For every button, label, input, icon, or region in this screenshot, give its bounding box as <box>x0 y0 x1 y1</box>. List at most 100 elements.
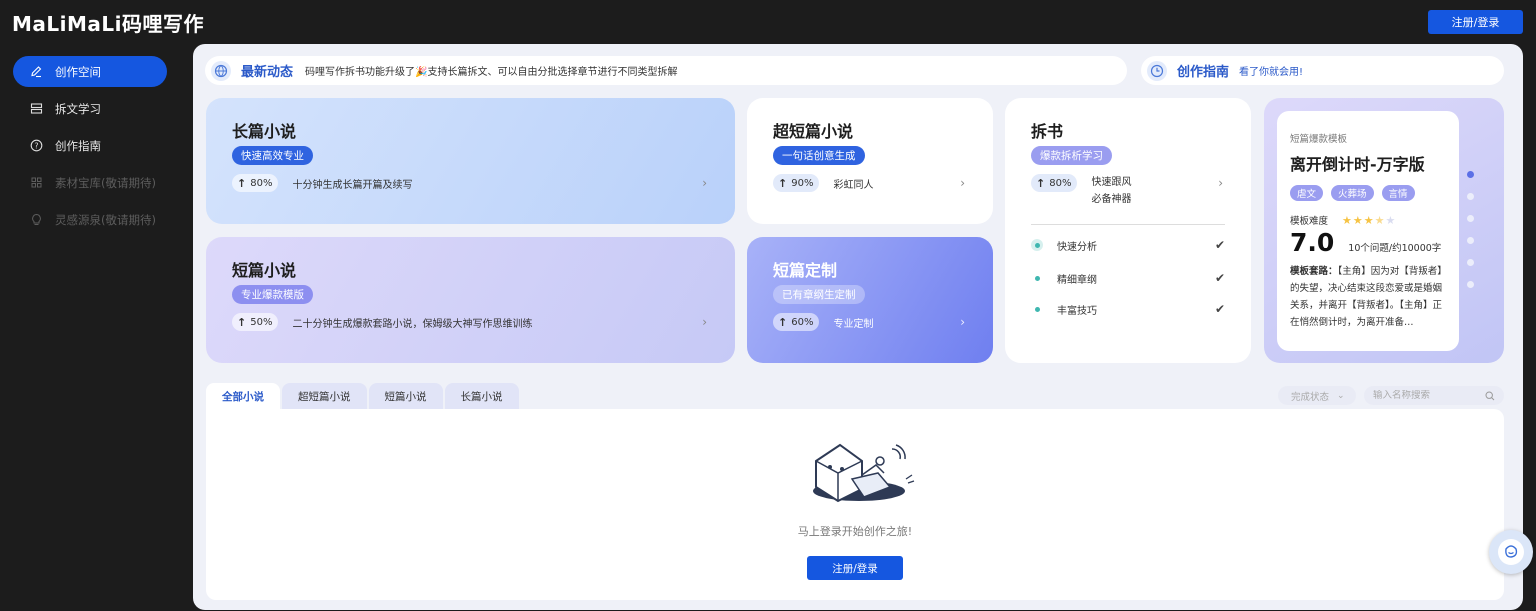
feature-item: 快速分析 ✔ <box>1031 237 1225 253</box>
carousel-dot[interactable] <box>1467 215 1474 222</box>
card-stat: ↑ 90% 彩虹同人 <box>773 174 873 192</box>
status-filter[interactable]: 完成状态 ⌄ <box>1278 386 1356 405</box>
search-box <box>1364 386 1504 405</box>
card-desc: 十分钟生成长篇开篇及续写 <box>292 179 413 191</box>
chevron-right-icon: › <box>960 315 965 329</box>
score-row: 7.0 10个问题/约10000字 <box>1290 228 1446 257</box>
card-tag: 快速高效专业 <box>232 146 313 165</box>
novel-tabs: 全部小说 超短篇小说 短篇小说 长篇小说 <box>206 383 521 409</box>
card-tag: 爆款拆析学习 <box>1031 146 1112 165</box>
main-panel: 最新动态 码哩写作拆书功能升级了🎉支持长篇拆文、可以自由分批选择章节进行不同类型… <box>193 44 1523 610</box>
sidebar-item-materials: 素材宝库(敬请期待) <box>13 167 167 198</box>
tab-all[interactable]: 全部小说 <box>206 383 280 409</box>
tab-long[interactable]: 长篇小说 <box>444 383 519 409</box>
sidebar-item-label: 创作指南 <box>55 138 101 153</box>
carousel-dot[interactable] <box>1467 237 1474 244</box>
percent-badge: ↑ 80% <box>232 174 279 192</box>
sidebar-item-label: 素材宝库(敬请期待) <box>55 175 156 190</box>
feature-item: 丰富技巧 ✔ <box>1031 301 1225 317</box>
card-tag: 专业爆款模版 <box>232 285 313 304</box>
star-rating: ★★★★★ <box>1342 214 1396 227</box>
template-meta: 10个问题/约10000字 <box>1348 243 1442 254</box>
arrow-up-icon: ↑ <box>237 315 247 329</box>
template-card[interactable]: 短篇爆款模板 离开倒计时-万字版 虐文 火葬场 言情 模板难度 ★★★★★ 7.… <box>1277 111 1459 351</box>
template-desc: 模板套路：【主角】因为对【背叛者】的失望，决心结束这段恋爱或是婚姻关系，并离开【… <box>1290 266 1443 328</box>
star-icon: ★ <box>1352 213 1364 227</box>
search-input[interactable] <box>1373 390 1473 401</box>
card-desc: 彩虹同人 <box>833 179 874 191</box>
arrow-up-icon: ↑ <box>778 315 788 329</box>
novel-list-empty: 马上登录开始创作之旅! 注册/登录 <box>206 409 1504 600</box>
guide-title: 创作指南 <box>1177 65 1230 80</box>
sidebar-item-inspiration: 灵感源泉(敬请期待) <box>13 204 167 235</box>
top-bar: MaLiMaLi码哩写作 注册/登录 <box>0 0 1536 44</box>
star-icon: ★ <box>1363 213 1375 227</box>
card-tag: 一句话创意生成 <box>773 146 865 165</box>
chevron-right-icon: › <box>702 176 707 190</box>
card-short-novel[interactable]: 短篇小说 专业爆款模版 ↑ 50% 二十分钟生成爆款套路小说，保姆级大神写作思维训… <box>206 237 735 363</box>
guide-link[interactable]: 看了你就会用! <box>1239 63 1303 78</box>
chevron-down-icon: ⌄ <box>1337 390 1345 401</box>
chevron-right-icon: › <box>1218 176 1223 190</box>
template-score: 7.0 <box>1290 228 1335 257</box>
carousel-dot[interactable] <box>1467 281 1474 288</box>
card-desc: 快速跟风 必备神器 <box>1091 177 1132 205</box>
card-title: 长篇小说 <box>232 122 297 141</box>
percent-badge: ↑ 60% <box>773 313 820 331</box>
chevron-right-icon: › <box>702 315 707 329</box>
login-button-main[interactable]: 注册/登录 <box>807 556 903 580</box>
chat-support-button[interactable] <box>1489 530 1533 574</box>
card-long-novel[interactable]: 长篇小说 快速高效专业 ↑ 80% 十分钟生成长篇开篇及续写 › <box>206 98 735 224</box>
empty-text: 马上登录开始创作之旅! <box>797 525 913 538</box>
sidebar-item-label: 创作空间 <box>55 64 101 79</box>
template-tag: 言情 <box>1381 185 1415 201</box>
login-button-top[interactable]: 注册/登录 <box>1428 10 1523 34</box>
tab-short[interactable]: 短篇小说 <box>368 383 443 409</box>
carousel-dot[interactable] <box>1467 171 1474 178</box>
card-stat: ↑ 60% 专业定制 <box>773 313 873 331</box>
arrow-up-icon: ↑ <box>237 176 247 190</box>
bullet-icon <box>1031 303 1043 315</box>
card-tag: 已有章纲生定制 <box>773 285 865 304</box>
sidebar-item-label: 拆文学习 <box>55 101 101 116</box>
search-icon[interactable] <box>1485 386 1495 405</box>
logo[interactable]: MaLiMaLi码哩写作 <box>12 9 204 36</box>
guide-bar[interactable]: 创作指南 看了你就会用! <box>1141 56 1504 85</box>
news-bar[interactable]: 最新动态 码哩写作拆书功能升级了🎉支持长篇拆文、可以自由分批选择章节进行不同类型… <box>205 56 1127 85</box>
arrow-up-icon: ↑ <box>778 176 788 190</box>
card-title: 超短篇小说 <box>773 122 854 141</box>
card-desc: 二十分钟生成爆款套路小说，保姆级大神写作思维训练 <box>292 318 533 330</box>
carousel-dot[interactable] <box>1467 259 1474 266</box>
card-title: 拆书 <box>1031 122 1064 141</box>
bullet-icon <box>1031 272 1043 284</box>
card-title: 短篇小说 <box>232 261 297 280</box>
news-text: 码哩写作拆书功能升级了🎉支持长篇拆文、可以自由分批选择章节进行不同类型拆解 <box>305 67 678 78</box>
news-globe-icon <box>211 60 231 81</box>
card-stat: ↑ 80% 快速跟风 必备神器 <box>1031 174 1131 208</box>
card-ultra-short-novel[interactable]: 超短篇小说 一句话创意生成 ↑ 90% 彩虹同人 › <box>747 98 993 224</box>
feature-item: 精细章纲 ✔ <box>1031 270 1225 286</box>
template-tag: 火葬场 <box>1331 185 1374 201</box>
star-icon: ★ <box>1342 213 1353 227</box>
card-custom-short[interactable]: 短篇定制 已有章纲生定制 ↑ 60% 专业定制 › <box>747 237 993 363</box>
difficulty-row: 模板难度 ★★★★★ <box>1290 213 1446 228</box>
percent-badge: ↑ 50% <box>232 313 279 331</box>
tab-ultra-short[interactable]: 超短篇小说 <box>282 383 367 409</box>
svg-text:?: ? <box>34 141 38 150</box>
sidebar-item-creation-space[interactable]: 创作空间 <box>13 56 167 87</box>
carousel-dots <box>1467 171 1475 303</box>
card-book-breakdown[interactable]: 拆书 爆款拆析学习 ↑ 80% 快速跟风 必备神器 › 快速分析 ✔ 精细章纲 ✔… <box>1005 98 1251 363</box>
help-circle-icon: ? <box>29 139 43 153</box>
template-tags: 虐文 火葬场 言情 <box>1290 185 1446 201</box>
arrow-up-icon: ↑ <box>1036 176 1046 190</box>
card-desc: 专业定制 <box>833 318 874 330</box>
template-carousel[interactable]: 短篇爆款模板 离开倒计时-万字版 虐文 火葬场 言情 模板难度 ★★★★★ 7.… <box>1264 98 1504 363</box>
sidebar-item-study[interactable]: 拆文学习 <box>13 93 167 124</box>
check-icon: ✔ <box>1214 271 1225 285</box>
difficulty-label: 模板难度 <box>1290 216 1329 227</box>
carousel-dot[interactable] <box>1467 193 1474 200</box>
book-stack-icon <box>29 102 43 116</box>
percent-badge: ↑ 80% <box>1031 174 1078 192</box>
sidebar-item-guide[interactable]: ? 创作指南 <box>13 130 167 161</box>
check-icon: ✔ <box>1214 238 1225 252</box>
